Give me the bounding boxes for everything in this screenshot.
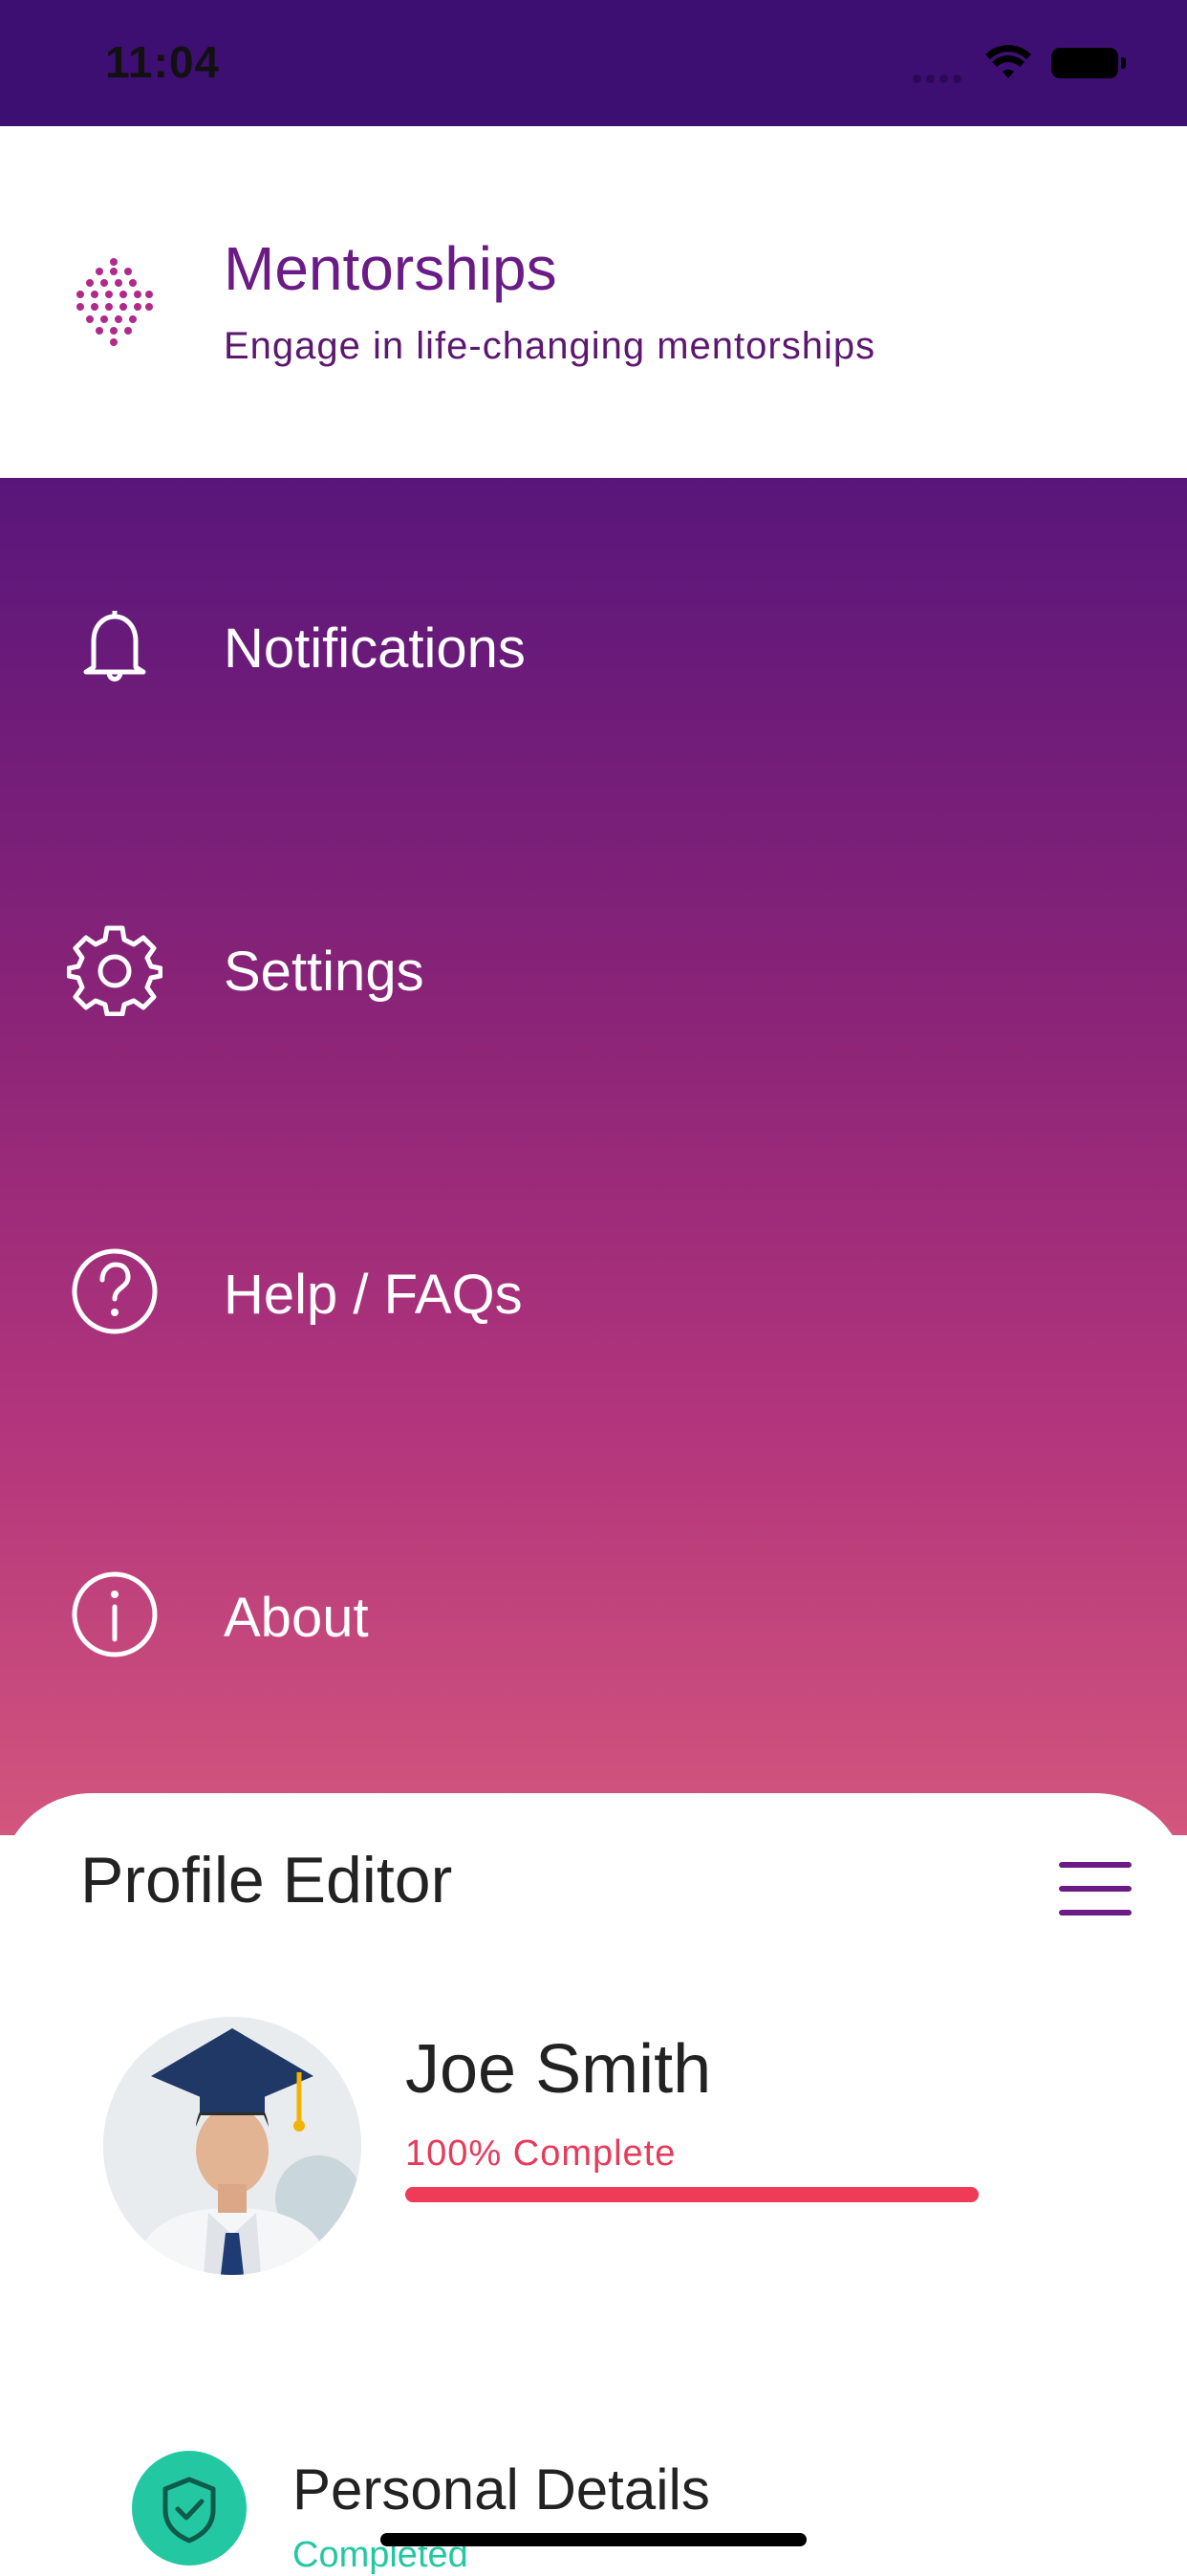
section-title-personal-details[interactable]: Personal Details bbox=[292, 2457, 710, 2522]
page-title: Profile Editor bbox=[80, 1844, 453, 1916]
menu-item-settings[interactable]: Settings bbox=[0, 892, 1187, 1035]
help-icon bbox=[67, 1244, 162, 1339]
avatar[interactable] bbox=[103, 2017, 361, 2275]
shield-check-icon bbox=[132, 2451, 247, 2565]
status-time: 11:04 bbox=[105, 37, 221, 87]
menu-label-about: About bbox=[224, 1587, 369, 1649]
profile-editor-sheet: Profile Editor Joe Smith 100% Complete P… bbox=[0, 1793, 1187, 2575]
cellular-signal-icon bbox=[913, 71, 966, 88]
side-menu: Notifications Settings Help / FAQs About bbox=[0, 478, 1187, 1835]
profile-progress-bar bbox=[405, 2187, 979, 2202]
menu-label-help: Help / FAQs bbox=[224, 1264, 523, 1326]
app-subtitle: Engage in life-changing mentorships bbox=[224, 325, 876, 367]
progress-label: 100% Complete bbox=[405, 2133, 677, 2174]
hamburger-menu-icon[interactable] bbox=[1059, 1862, 1132, 1916]
menu-label-notifications: Notifications bbox=[224, 617, 526, 680]
user-name: Joe Smith bbox=[405, 2031, 712, 2108]
menu-label-settings: Settings bbox=[224, 941, 424, 1003]
app-title: Mentorships bbox=[224, 234, 557, 303]
info-icon bbox=[67, 1567, 162, 1662]
wifi-icon bbox=[984, 44, 1032, 87]
battery-icon bbox=[1051, 48, 1126, 78]
mentorships-logo-icon bbox=[71, 254, 157, 355]
menu-item-about[interactable]: About bbox=[0, 1538, 1187, 1681]
home-indicator[interactable] bbox=[380, 2533, 807, 2546]
profile-progress-fill bbox=[405, 2187, 979, 2202]
bell-icon bbox=[67, 597, 162, 693]
app-brand-header: Mentorships Engage in life-changing ment… bbox=[0, 126, 1187, 478]
gear-icon bbox=[66, 920, 163, 1017]
status-bar: 11:04 bbox=[0, 0, 1187, 126]
menu-item-notifications[interactable]: Notifications bbox=[0, 569, 1187, 712]
menu-item-help[interactable]: Help / FAQs bbox=[0, 1215, 1187, 1358]
